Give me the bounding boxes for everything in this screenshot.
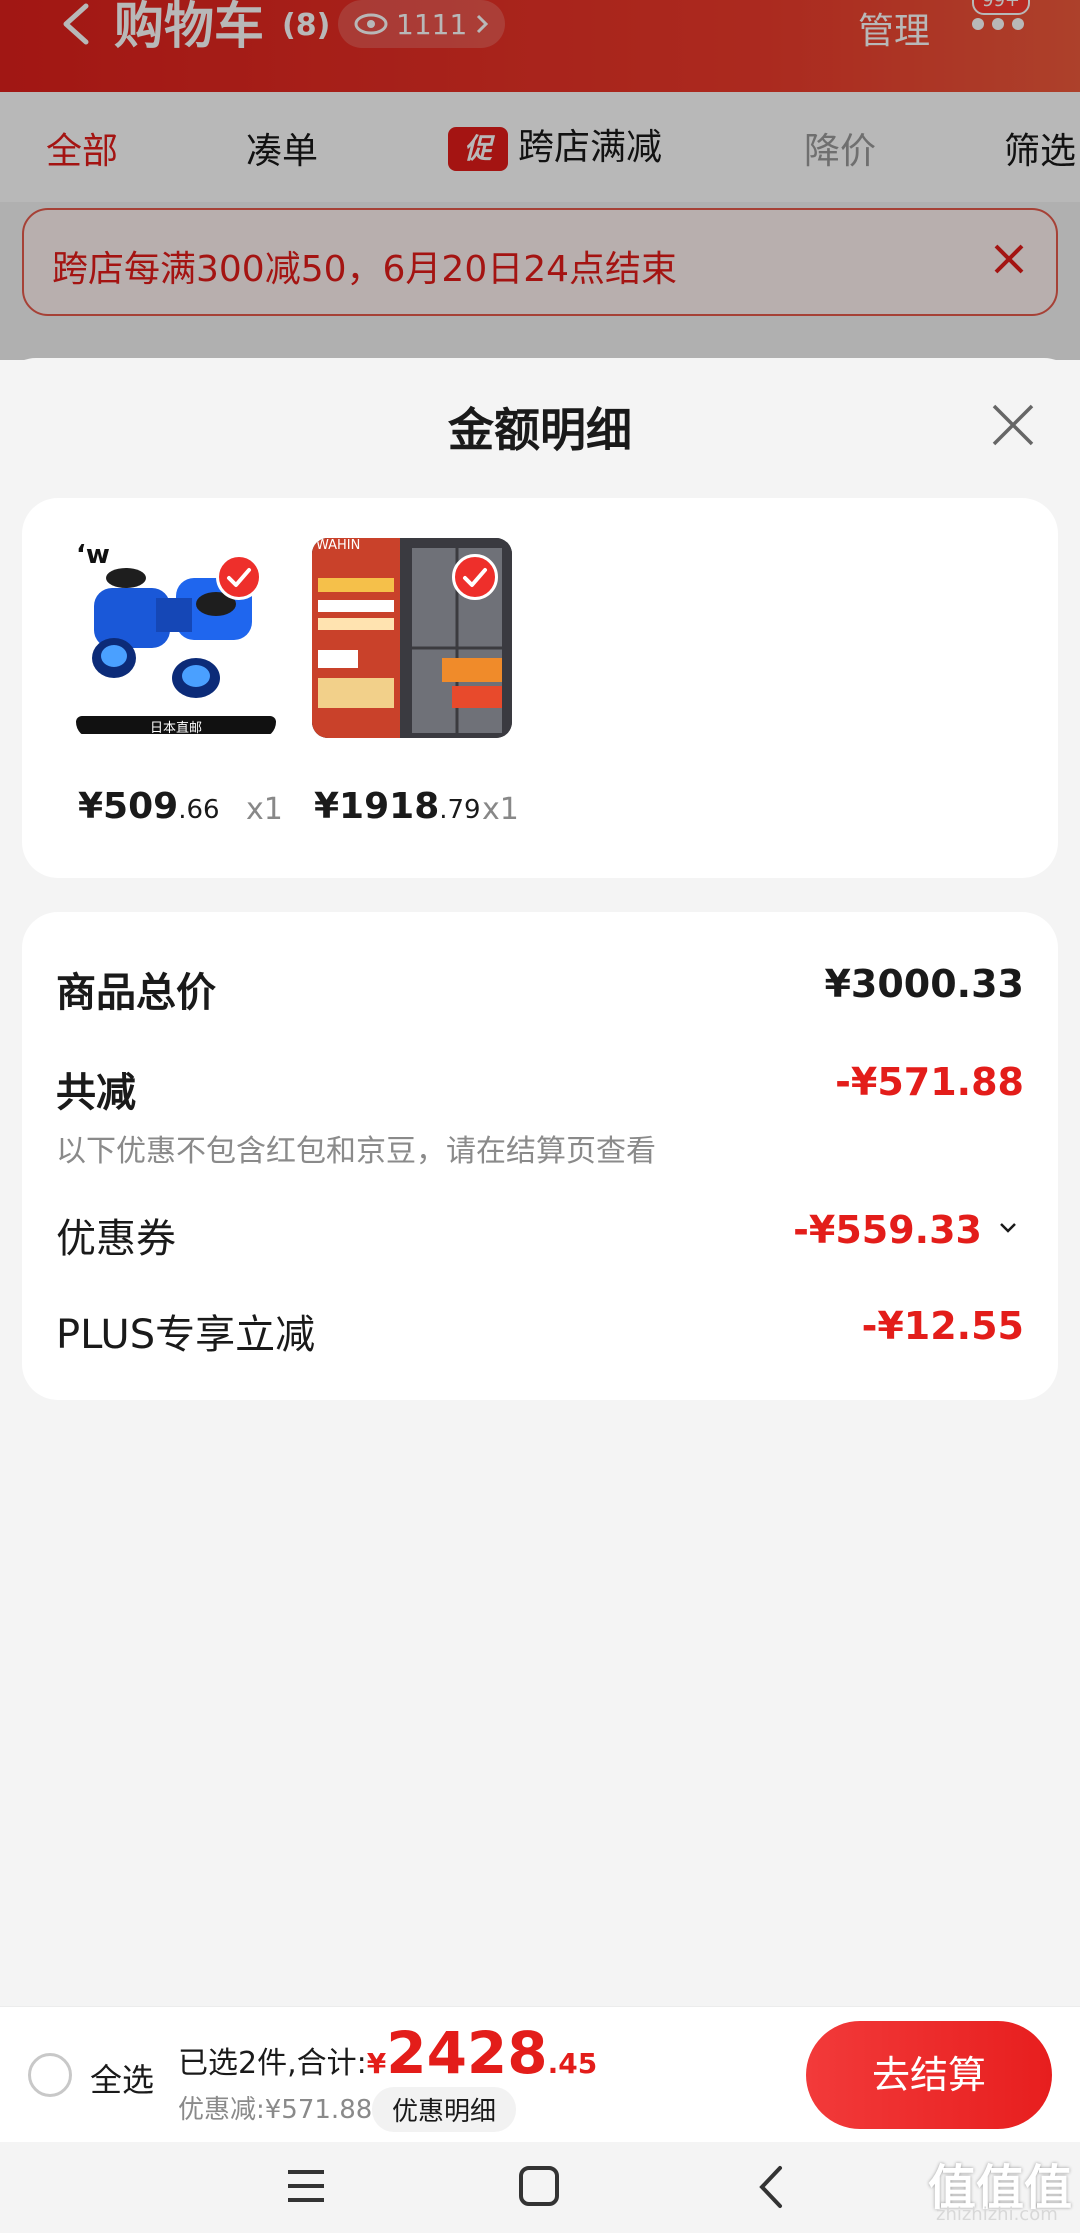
select-all-label[interactable]: 全选 (90, 2055, 154, 2101)
checkout-button[interactable]: 去结算 (806, 2021, 1052, 2129)
product-item[interactable]: ‘w 日本直邮 ¥509.66 x1 (76, 538, 283, 827)
summary-card: 商品总价 ¥3000.33 共减 -¥571.88 以下优惠不包含红包和京豆，请… (22, 912, 1058, 1400)
total-amount-int: 2428 (386, 2019, 548, 2087)
modal-overlay[interactable] (0, 0, 1080, 360)
coupon-label: 优惠券 (56, 1216, 176, 1262)
amount-detail-sheet: 金额明细 ‘w 日本直邮 ¥509.66 x1 WAHIN ¥1918.79 x… (0, 358, 1080, 2008)
plus-value: -¥12.55 (861, 1304, 1024, 1348)
product-price: ¥509.66 (78, 786, 220, 827)
price-int: ¥1918 (314, 786, 440, 827)
refrigerator-image: WAHIN (312, 538, 512, 738)
yen-symbol: ¥ (366, 2047, 387, 2080)
checked-icon (452, 554, 498, 600)
total-line: 已选2件,合计:¥2428.45 (178, 2019, 597, 2087)
discount-summary: 优惠减:¥571.88 (178, 2095, 373, 2125)
total-label: 商品总价 (56, 970, 216, 1016)
price-int: ¥509 (78, 786, 179, 827)
total-amount-dec: .45 (547, 2047, 598, 2080)
product-qty: x1 (246, 792, 283, 827)
product-price: ¥1918.79 (314, 786, 481, 827)
home-icon[interactable] (518, 2164, 560, 2212)
back-icon[interactable] (756, 2164, 786, 2214)
chevron-down-icon[interactable] (998, 1220, 1018, 1239)
binoculars-image: ‘w 日本直邮 (76, 538, 276, 738)
coupon-value[interactable]: -¥559.33 (793, 1208, 982, 1252)
close-icon[interactable] (990, 402, 1036, 452)
watermark-url: zhizhizhi.com (936, 2204, 1058, 2225)
system-nav-bar (0, 2142, 1080, 2233)
menu-icon[interactable] (286, 2164, 326, 2212)
product-item[interactable]: WAHIN ¥1918.79 x1 (312, 538, 519, 827)
select-all-radio[interactable] (28, 2053, 72, 2097)
products-card: ‘w 日本直邮 ¥509.66 x1 WAHIN ¥1918.79 x1 (22, 498, 1058, 878)
checked-icon (216, 554, 262, 600)
thumb-caption: 日本直邮 (149, 721, 202, 736)
discount-label: 共减 (56, 1070, 136, 1116)
brand-logo: WAHIN (316, 538, 361, 553)
checkout-bar: 全选 已选2件,合计:¥2428.45 优惠减:¥571.88 优惠明细 去结算 (0, 2006, 1080, 2142)
price-dec: .66 (178, 795, 220, 825)
discount-note: 以下优惠不包含红包和京豆，请在结算页查看 (56, 1134, 656, 1169)
product-qty: x1 (482, 792, 519, 827)
discount-detail-button[interactable]: 优惠明细 (372, 2087, 517, 2132)
sheet-title: 金额明细 (448, 403, 632, 457)
selected-text: 已选2件,合计: (178, 2046, 367, 2081)
price-dec: .79 (439, 795, 481, 825)
plus-label: PLUS专享立减 (56, 1312, 316, 1358)
total-value: ¥3000.33 (824, 962, 1024, 1006)
discount-value: -¥571.88 (835, 1060, 1024, 1104)
